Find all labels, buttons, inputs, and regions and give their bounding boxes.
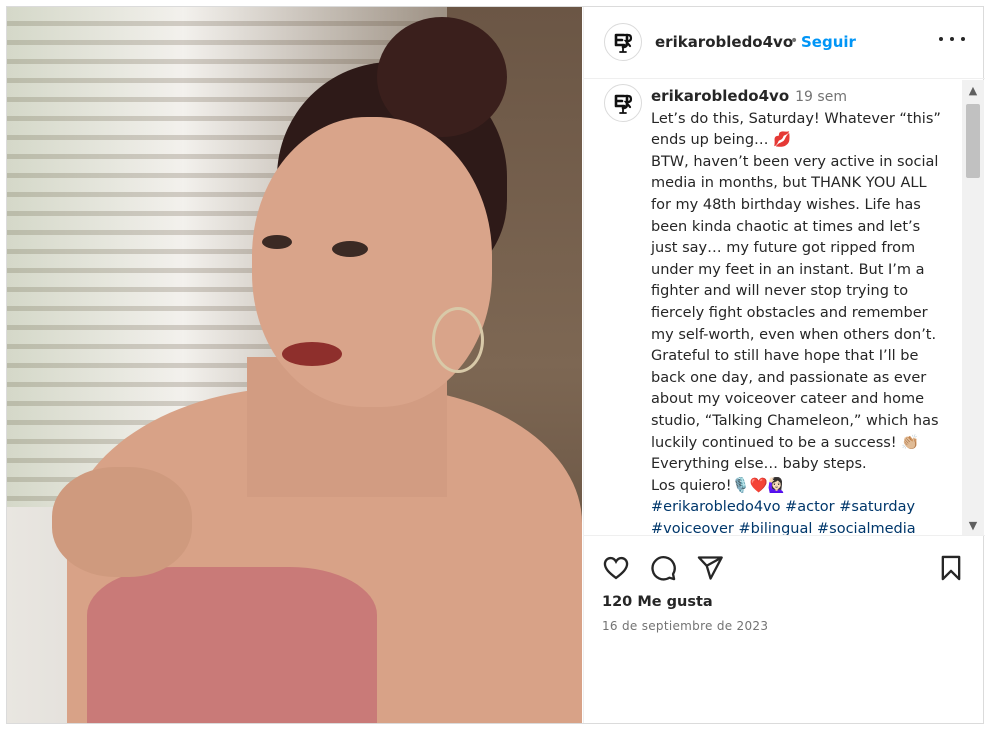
caption-area: erikarobledo4vo 19 sem Let’s do this, Sat… bbox=[584, 80, 985, 535]
post-time[interactable]: 19 sem bbox=[795, 89, 847, 105]
header-username[interactable]: erikarobledo4vo bbox=[655, 33, 793, 51]
more-options-icon[interactable] bbox=[939, 29, 965, 49]
share-icon[interactable] bbox=[696, 554, 726, 584]
hashtags[interactable]: #erikarobledo4vo #actor #saturday #voice… bbox=[651, 497, 951, 535]
follow-button[interactable]: Seguir bbox=[801, 33, 856, 51]
scroll-thumb[interactable] bbox=[966, 104, 980, 178]
scroll-up-icon[interactable]: ▲ bbox=[962, 80, 984, 100]
caption-line: Everything else… baby steps. bbox=[651, 456, 867, 473]
separator-dot: • bbox=[790, 33, 799, 49]
likes-count[interactable]: 120 Me gusta bbox=[602, 594, 713, 610]
post-dialog: erikarobledo4vo • Seguir erikarobledo4vo… bbox=[6, 6, 985, 725]
bookmark-icon[interactable] bbox=[937, 554, 967, 584]
avatar[interactable] bbox=[604, 84, 642, 122]
caption-line: Los quiero!🎙️❤️🙋🏻‍♀️ bbox=[651, 477, 786, 494]
post-header: erikarobledo4vo • Seguir bbox=[584, 7, 985, 79]
logo-icon bbox=[614, 94, 633, 114]
comment-icon[interactable] bbox=[649, 554, 679, 584]
caption-line: Let’s do this, Saturday! Whatever “this”… bbox=[651, 110, 941, 149]
scroll-down-icon[interactable]: ▼ bbox=[962, 515, 984, 535]
post-date[interactable]: 16 de septiembre de 2023 bbox=[602, 619, 768, 633]
logo-icon bbox=[614, 33, 633, 53]
post-actions: 120 Me gusta 16 de septiembre de 2023 bbox=[584, 535, 985, 725]
avatar[interactable] bbox=[604, 23, 642, 61]
post-side-panel: erikarobledo4vo • Seguir erikarobledo4vo… bbox=[583, 7, 985, 725]
caption-line: BTW, haven’t been very active in social … bbox=[651, 153, 939, 451]
post-caption: erikarobledo4vo 19 sem Let’s do this, Sat… bbox=[651, 86, 951, 535]
caption-scrollbar[interactable]: ▲ ▼ bbox=[962, 80, 984, 535]
post-photo[interactable] bbox=[7, 7, 582, 723]
caption-username[interactable]: erikarobledo4vo bbox=[651, 87, 789, 105]
heart-icon[interactable] bbox=[602, 554, 632, 584]
